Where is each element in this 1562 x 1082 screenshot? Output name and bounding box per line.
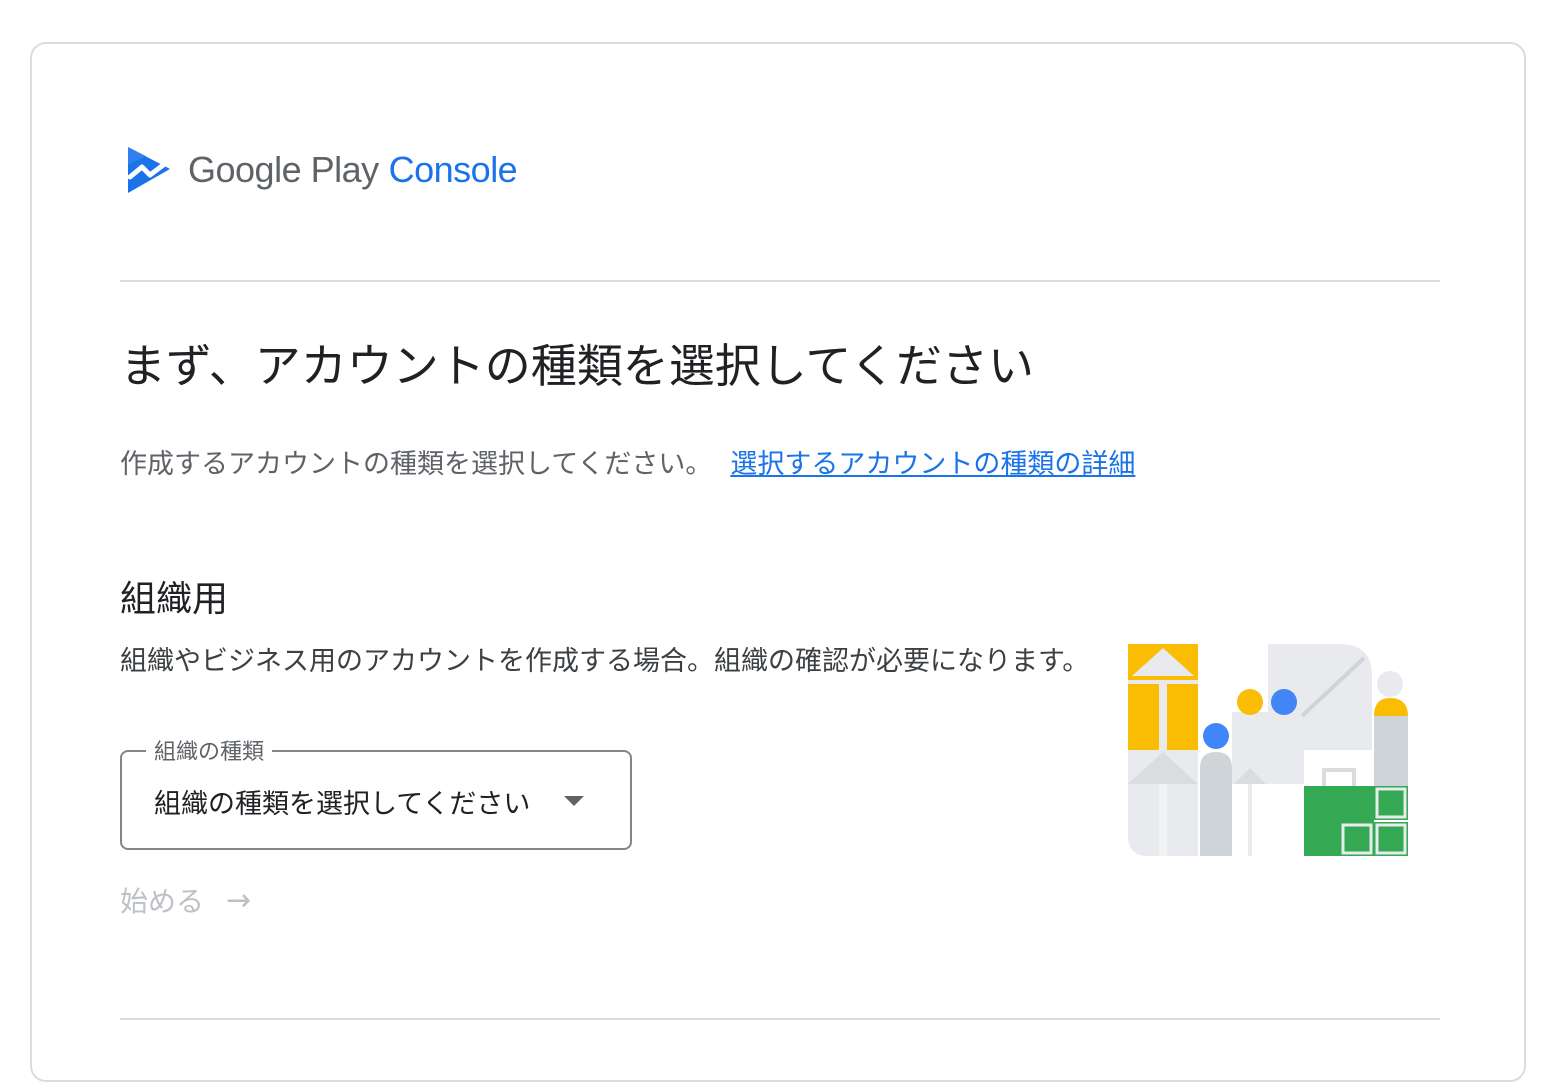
- dropdown-arrow-icon: [564, 796, 584, 806]
- play-console-logo-icon: [127, 147, 170, 193]
- logo-product-text: Console: [388, 149, 518, 190]
- top-divider: [120, 280, 1440, 282]
- subtitle-text: 作成するアカウントの種類を選択してください。: [120, 449, 713, 480]
- logo-text: Google Play Console: [188, 149, 518, 191]
- organization-type-select-value: 組織の種類を選択してください: [154, 789, 531, 820]
- page-subtitle: 作成するアカウントの種類を選択してください。 選択するアカウントの種類の詳細: [120, 442, 1135, 481]
- bottom-divider: [120, 1018, 1440, 1020]
- organization-section-title: 組織用: [120, 579, 229, 620]
- play-console-logo: Google Play Console: [124, 140, 518, 200]
- start-button-label: 始める: [120, 885, 205, 918]
- account-type-details-link[interactable]: 選択するアカウントの種類の詳細: [730, 449, 1135, 480]
- arrow-right-icon: →: [226, 882, 252, 918]
- organization-section-description: 組織やビジネス用のアカウントを作成する場合。組織の確認が必要になります。: [120, 646, 1090, 677]
- organization-type-select-label: 組織の種類: [146, 734, 273, 766]
- page-title: まず、アカウントの種類を選択してください: [120, 339, 1035, 393]
- account-type-card: Google Play Console まず、アカウントの種類を選択してください …: [30, 42, 1526, 1082]
- start-button[interactable]: 始める →: [120, 880, 251, 920]
- organization-type-select[interactable]: 組織の種類 組織の種類を選択してください: [120, 734, 632, 850]
- logo-brand-text: Google Play: [188, 149, 379, 190]
- organization-illustration: [1128, 644, 1408, 856]
